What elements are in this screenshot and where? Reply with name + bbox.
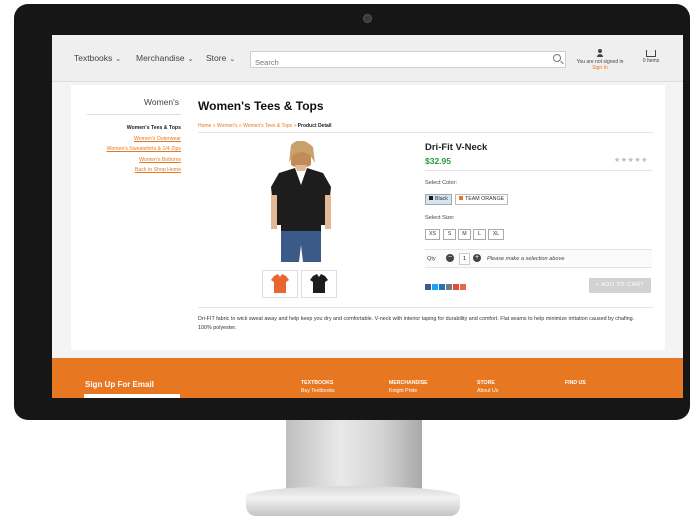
rating-stars: ★★★★★ bbox=[614, 157, 648, 164]
sidebar-title: Women's bbox=[143, 97, 179, 107]
footer-link-buy-textbooks[interactable]: Buy Textbooks bbox=[301, 387, 335, 395]
size-option-m[interactable]: M bbox=[458, 229, 471, 240]
footer-col-textbooks: TEXTBOOKS Buy Textbooks bbox=[301, 379, 335, 395]
user-icon bbox=[597, 49, 603, 57]
breadcrumb-home[interactable]: Home bbox=[198, 123, 211, 129]
footer-heading-store: STORE bbox=[477, 380, 495, 386]
product-description: Dri-FIT fabric to wick sweat away and he… bbox=[198, 316, 635, 331]
share-icons bbox=[425, 277, 467, 295]
color-option-black[interactable]: Black bbox=[425, 194, 452, 205]
footer-col-store: STORE About Us bbox=[477, 379, 498, 395]
facebook-icon[interactable] bbox=[425, 284, 431, 290]
monitor-stand-neck bbox=[286, 420, 422, 490]
nav-textbooks-label: Textbooks bbox=[74, 53, 113, 63]
email-signup-title: Sign Up For Email bbox=[85, 380, 154, 389]
sidebar-item-outerwear[interactable]: Women's Outerwear bbox=[71, 134, 181, 145]
breadcrumb-divider bbox=[198, 132, 653, 133]
tshirt-black-icon bbox=[310, 274, 328, 293]
color-orange-label: TEAM ORANGE bbox=[465, 196, 505, 202]
product-name: Dri-Fit V-Neck bbox=[425, 142, 488, 153]
chevron-down-icon: ⌄ bbox=[115, 56, 122, 63]
select-color-label: Select Color: bbox=[425, 180, 458, 186]
footer-col-merchandise: MERCHANDISE Knight Pride bbox=[389, 379, 428, 395]
account-link[interactable]: You are not signed in Sign In bbox=[572, 49, 628, 71]
footer-link-knight-pride[interactable]: Knight Pride bbox=[389, 387, 428, 395]
sidebar-list: Women's Tees & Tops Women's Outerwear Wo… bbox=[71, 123, 181, 176]
black-swatch-icon bbox=[429, 196, 433, 200]
chevron-down-icon: ⌄ bbox=[229, 56, 236, 63]
nav-textbooks[interactable]: Textbooks ⌄ bbox=[74, 53, 121, 63]
qty-decrease-button[interactable]: − bbox=[446, 254, 454, 262]
info-divider bbox=[425, 170, 652, 171]
footer-heading-textbooks: TEXTBOOKS bbox=[301, 380, 334, 386]
footer-col-find-us: FIND US bbox=[565, 379, 586, 387]
cart-link[interactable]: 0 Items bbox=[636, 49, 666, 64]
monitor-stand-base bbox=[246, 486, 460, 516]
size-option-xs[interactable]: XS bbox=[425, 229, 440, 240]
content-area: Women's Women's Tees & Tops Women's Oute… bbox=[71, 85, 665, 350]
top-navigation: Textbooks⌄ Merchandise⌄ Store⌄ You are n… bbox=[52, 35, 683, 82]
tshirt-orange-icon bbox=[271, 274, 289, 293]
footer-link-about-us[interactable]: About Us bbox=[477, 387, 498, 395]
pinterest-icon[interactable] bbox=[439, 284, 445, 290]
search-icon[interactable] bbox=[553, 54, 561, 62]
add-to-cart-button[interactable]: + ADD TO CART bbox=[589, 278, 651, 293]
sidebar-item-sweatshirts[interactable]: Women's Sweatshirts & 1/4 Zips bbox=[71, 144, 181, 155]
cart-icon bbox=[646, 50, 656, 57]
qty-message: Please make a selection above bbox=[487, 256, 565, 262]
nav-merchandise-label: Merchandise bbox=[136, 53, 185, 63]
screen: Textbooks⌄ Merchandise⌄ Store⌄ You are n… bbox=[52, 35, 683, 398]
sidebar-item-tees-tops[interactable]: Women's Tees & Tops bbox=[71, 123, 181, 134]
thumbnail-orange[interactable] bbox=[262, 270, 298, 298]
webcam-dot bbox=[363, 14, 372, 23]
breadcrumb-womens[interactable]: Women's bbox=[217, 123, 238, 129]
size-option-l[interactable]: L bbox=[473, 229, 486, 240]
sidebar-item-back-to-shop[interactable]: Back to Shop Home bbox=[71, 165, 181, 176]
chevron-down-icon: ⌄ bbox=[187, 56, 194, 63]
color-option-team-orange[interactable]: TEAM ORANGE bbox=[455, 194, 509, 205]
page-title: Women's Tees & Tops bbox=[198, 99, 324, 113]
sidebar-item-bottoms[interactable]: Women's Bottoms bbox=[71, 155, 181, 166]
breadcrumb: Home » Women's » Women's Tees & Tops » P… bbox=[198, 123, 332, 129]
cart-count: 0 Items bbox=[642, 58, 660, 64]
sidebar-divider bbox=[87, 114, 181, 115]
product-image[interactable] bbox=[261, 141, 341, 262]
footer-heading-find-us: FIND US bbox=[565, 380, 586, 386]
size-option-s[interactable]: S bbox=[443, 229, 456, 240]
footer-heading-merchandise: MERCHANDISE bbox=[389, 380, 428, 386]
share-plus-icon[interactable] bbox=[460, 284, 466, 290]
footer: Sign Up For Email TEXTBOOKS Buy Textbook… bbox=[52, 358, 683, 398]
monitor-bezel: Textbooks⌄ Merchandise⌄ Store⌄ You are n… bbox=[14, 4, 690, 420]
sign-in-link[interactable]: Sign In bbox=[572, 65, 628, 71]
product-price: $32.95 bbox=[425, 156, 451, 166]
nav-merchandise[interactable]: Merchandise ⌄ bbox=[136, 53, 194, 63]
orange-swatch-icon bbox=[459, 196, 463, 200]
breadcrumb-current: Product Detail bbox=[297, 123, 332, 129]
description-divider bbox=[198, 307, 653, 308]
qty-increase-button[interactable]: + bbox=[473, 254, 481, 262]
select-size-label: Select Size: bbox=[425, 215, 455, 221]
nav-store-label: Store bbox=[206, 53, 227, 63]
email-icon[interactable] bbox=[446, 284, 452, 290]
color-black-label: Black bbox=[435, 196, 448, 202]
twitter-icon[interactable] bbox=[432, 284, 438, 290]
search-input[interactable] bbox=[251, 56, 540, 69]
quantity-row: Qty − 1 + Please make a selection above bbox=[425, 249, 652, 268]
email-signup-input[interactable] bbox=[84, 394, 180, 398]
breadcrumb-tees-tops[interactable]: Women's Tees & Tops bbox=[243, 123, 292, 129]
thumbnail-black[interactable] bbox=[301, 270, 337, 298]
nav-store[interactable]: Store ⌄ bbox=[206, 53, 235, 63]
qty-input[interactable]: 1 bbox=[459, 253, 470, 265]
qty-label: Qty bbox=[427, 256, 436, 262]
size-option-xl[interactable]: XL bbox=[488, 229, 504, 240]
search-box bbox=[250, 51, 566, 69]
google-plus-icon[interactable] bbox=[453, 284, 459, 290]
